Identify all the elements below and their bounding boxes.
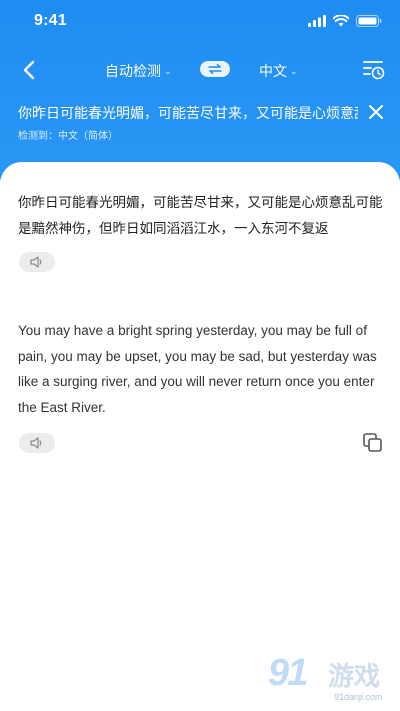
watermark-main: 91	[268, 652, 308, 694]
speaker-icon	[30, 437, 42, 449]
chevron-down-icon: ⌄	[164, 65, 172, 76]
chevron-left-icon[interactable]	[18, 58, 42, 82]
battery-icon	[356, 15, 382, 27]
history-icon[interactable]	[362, 58, 386, 82]
watermark-url: 91danji.com	[334, 692, 383, 702]
translation-text: You may have a bright spring yesterday, …	[18, 323, 377, 415]
close-icon[interactable]	[368, 104, 384, 120]
signal-icon	[308, 15, 326, 27]
result-card	[0, 162, 400, 711]
swap-languages-button[interactable]	[200, 61, 230, 77]
source-language-label: 自动检测	[105, 63, 161, 79]
swap-icon	[208, 64, 222, 74]
target-language-label: 中文	[259, 63, 287, 79]
source-language-select[interactable]: 自动检测 ⌄	[105, 61, 172, 81]
source-text: 你昨日可能春光明媚，可能苦尽甘来，又可能是心烦意乱可能是黯然神伤，但昨日如同滔滔…	[18, 195, 383, 236]
target-language-select[interactable]: 中文 ⌄	[259, 61, 298, 81]
status-bar: 9:41	[0, 0, 400, 44]
wifi-icon	[333, 15, 349, 27]
speak-source-button[interactable]	[19, 252, 55, 272]
speaker-icon	[30, 256, 42, 268]
source-text-preview[interactable]: 你昨日可能春光明媚，可能苦尽甘来，又可能是心烦意乱	[18, 103, 358, 123]
toolbar: 自动检测 ⌄ 中文 ⌄	[0, 52, 400, 88]
status-icons	[308, 15, 382, 27]
detected-language: 检测到：中文（简体）	[18, 131, 118, 142]
watermark-logo: 91 游戏 91danji.com	[268, 652, 392, 708]
chevron-down-icon: ⌄	[290, 65, 298, 76]
copy-icon[interactable]	[362, 432, 384, 454]
speak-translation-button[interactable]	[19, 433, 55, 453]
status-time: 9:41	[34, 12, 67, 29]
watermark-sub: 游戏	[328, 661, 381, 691]
